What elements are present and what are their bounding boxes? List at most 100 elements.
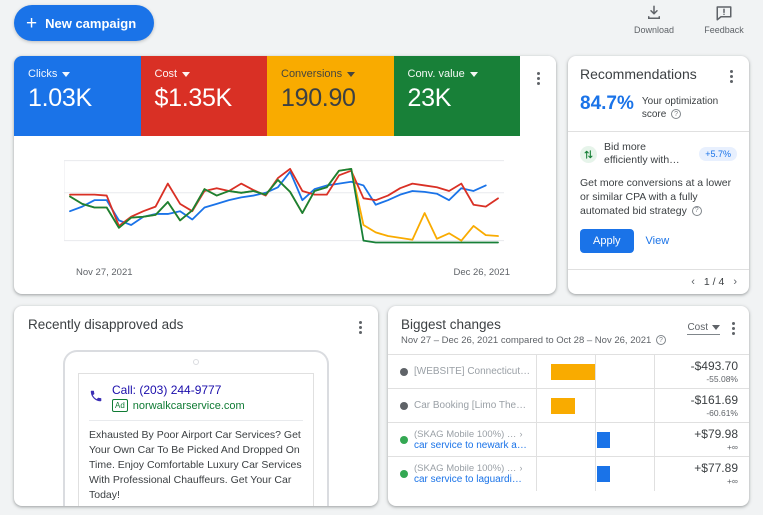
download-label: Download (633, 25, 675, 35)
scorecard-cost[interactable]: Cost $1.35K (140, 56, 267, 136)
ad-display-url: norwalkcarservice.com (132, 399, 245, 412)
status-dot (400, 435, 408, 444)
row-bar-cell (536, 456, 655, 491)
row-name-cell: [WEBSITE] Connecticut… (388, 354, 537, 389)
chevron-down-icon (469, 71, 478, 77)
row-value: +$77.89 (694, 461, 738, 476)
ad-call-text: Call: (203) 244-9777 (112, 383, 222, 397)
row-percent: -60.61% (706, 408, 738, 418)
chevron-down-icon (712, 325, 720, 330)
row-value: -$493.70 (690, 359, 738, 373)
table-row[interactable]: (SKAG Mobile 100%) … › car service to newa… (388, 422, 749, 457)
chevron-down-icon (347, 71, 356, 77)
disapproved-ads-title: Recently disapproved ads (28, 317, 184, 332)
scorecard-value: $1.35K (154, 84, 233, 112)
scorecard-value: 23K (407, 84, 452, 112)
ad-badge: Ad (112, 399, 128, 412)
scorecard-label: Conversions (281, 68, 380, 80)
chart-start-date: Nov 27, 2021 (76, 267, 133, 278)
row-name-cell: (SKAG Mobile 100%) … › car service to newa… (388, 422, 537, 457)
phone-icon (89, 383, 103, 408)
table-row[interactable]: Car Booking [Limo The… -$161.69 -60.61% (388, 388, 749, 423)
download-icon (648, 5, 660, 19)
row-name-cell: (SKAG Mobile 100%) … › car service to lagu… (388, 456, 537, 491)
chevron-right-icon: › (519, 429, 523, 439)
row-percent: -55.08% (706, 374, 738, 384)
table-row[interactable]: (SKAG Mobile 100%) … › car service to lagu… (388, 456, 749, 491)
next-recommendation-button[interactable]: › (733, 276, 737, 288)
metric-selector[interactable]: Cost (687, 322, 720, 335)
scorecard-label: Cost (155, 68, 254, 80)
performance-chart[interactable]: Nov 27, 2021 Dec 26, 2021 (14, 136, 556, 294)
row-value: -$161.69 (690, 393, 738, 407)
help-icon[interactable]: ? (671, 109, 682, 120)
row-value-cell: -$161.69 -60.61% (654, 389, 749, 423)
scorecard-label: Clicks (28, 68, 127, 80)
scorecard-conv-value[interactable]: Conv. value 23K (393, 56, 520, 136)
bid-arrows-icon (580, 145, 597, 163)
table-row[interactable]: [WEBSITE] Connecticut… -$493.70 -55.08% (388, 354, 749, 389)
recommendation-score-badge: +5.7% (699, 147, 737, 161)
apply-button[interactable]: Apply (580, 229, 634, 253)
pager-label: 1 / 4 (703, 276, 725, 288)
view-button[interactable]: View (646, 235, 670, 247)
top-bar: + New campaign Download Feedback (0, 0, 763, 50)
biggest-changes-table: [WEBSITE] Connecticut… -$493.70 -55.08% Car… (388, 354, 749, 491)
scorecard-clicks[interactable]: Clicks 1.03K (14, 56, 141, 136)
disapproved-ads-overflow-menu[interactable] (355, 317, 366, 338)
chevron-right-icon: › (519, 463, 523, 474)
prev-recommendation-button[interactable]: ‹ (691, 276, 695, 288)
row-bar-cell (536, 354, 655, 389)
row-subname[interactable]: car service to newark a… (414, 440, 527, 451)
chart-end-date: Dec 26, 2021 (453, 267, 510, 278)
optimization-score-label: Your optimization score ? (641, 96, 719, 120)
recommendations-pager: ‹ 1 / 4 › (568, 269, 749, 294)
row-name: Car Booking [Limo The… (414, 400, 527, 411)
scorecard-conversions[interactable]: Conversions 190.90 (267, 56, 394, 136)
row-name: (SKAG Mobile 100%) … › (414, 462, 523, 474)
ad-preview[interactable]: Call: (203) 244-9777 Ad norwalkcarservic… (78, 373, 314, 506)
change-bar (550, 397, 576, 414)
row-value-cell: -$493.70 -55.08% (654, 355, 749, 389)
recommendations-card: Recommendations 84.7% Your optimization … (568, 56, 749, 294)
recommendations-title: Recommendations (580, 66, 697, 82)
recommendation-item-title[interactable]: Bid more efficiently with… (604, 141, 692, 167)
status-dot (400, 401, 408, 410)
scorecard-value: 190.90 (281, 84, 356, 112)
overview-overflow-menu[interactable] (533, 68, 544, 89)
new-campaign-label: New campaign (45, 15, 137, 31)
row-percent: +∞ (726, 476, 738, 487)
row-percent: +∞ (726, 442, 738, 452)
row-value-cell: +$79.98 +∞ (654, 423, 749, 457)
change-bar (597, 431, 611, 448)
scorecard-value: 1.03K (28, 84, 92, 112)
ad-description: Exhausted By Poor Airport Car Services? … (89, 429, 302, 501)
change-bar (550, 363, 595, 380)
feedback-button[interactable]: Feedback (699, 4, 749, 35)
help-icon[interactable]: ? (691, 206, 702, 217)
help-icon[interactable]: ? (655, 335, 666, 346)
recommendations-header: Recommendations 84.7% Your optimization … (568, 56, 749, 131)
row-bar-cell (536, 422, 655, 457)
change-bar (597, 465, 611, 482)
top-actions: Download Feedback (629, 4, 749, 35)
scorecard-label: Conv. value (408, 68, 507, 80)
recommendation-description: Get more conversions at a lower or simil… (580, 177, 732, 217)
biggest-changes-overflow-menu[interactable] (728, 318, 739, 339)
scorecard-row: Clicks 1.03K Cost $1.35K Conversions 190.90 Co… (14, 56, 556, 136)
recommendation-item: Bid more efficiently with… +5.7% Get mor… (568, 132, 749, 269)
ad-preview-device-frame: Call: (203) 244-9777 Ad norwalkcarservic… (63, 350, 329, 506)
status-dot (400, 367, 408, 376)
chevron-down-icon (182, 71, 191, 77)
row-value-cell: +$77.89 +∞ (654, 457, 749, 491)
plus-icon: + (26, 12, 38, 34)
row-bar-cell (536, 388, 655, 423)
overview-overflow-menu-cell (520, 56, 556, 136)
recommendations-overflow-menu[interactable] (726, 66, 737, 87)
row-name: (SKAG Mobile 100%) … › (414, 428, 523, 440)
download-button[interactable]: Download (629, 4, 679, 35)
feedback-label: Feedback (704, 25, 744, 35)
row-subname[interactable]: car service to laguardi… (414, 474, 522, 485)
row-name: [WEBSITE] Connecticut… (414, 366, 531, 377)
new-campaign-button[interactable]: + New campaign (14, 5, 155, 41)
